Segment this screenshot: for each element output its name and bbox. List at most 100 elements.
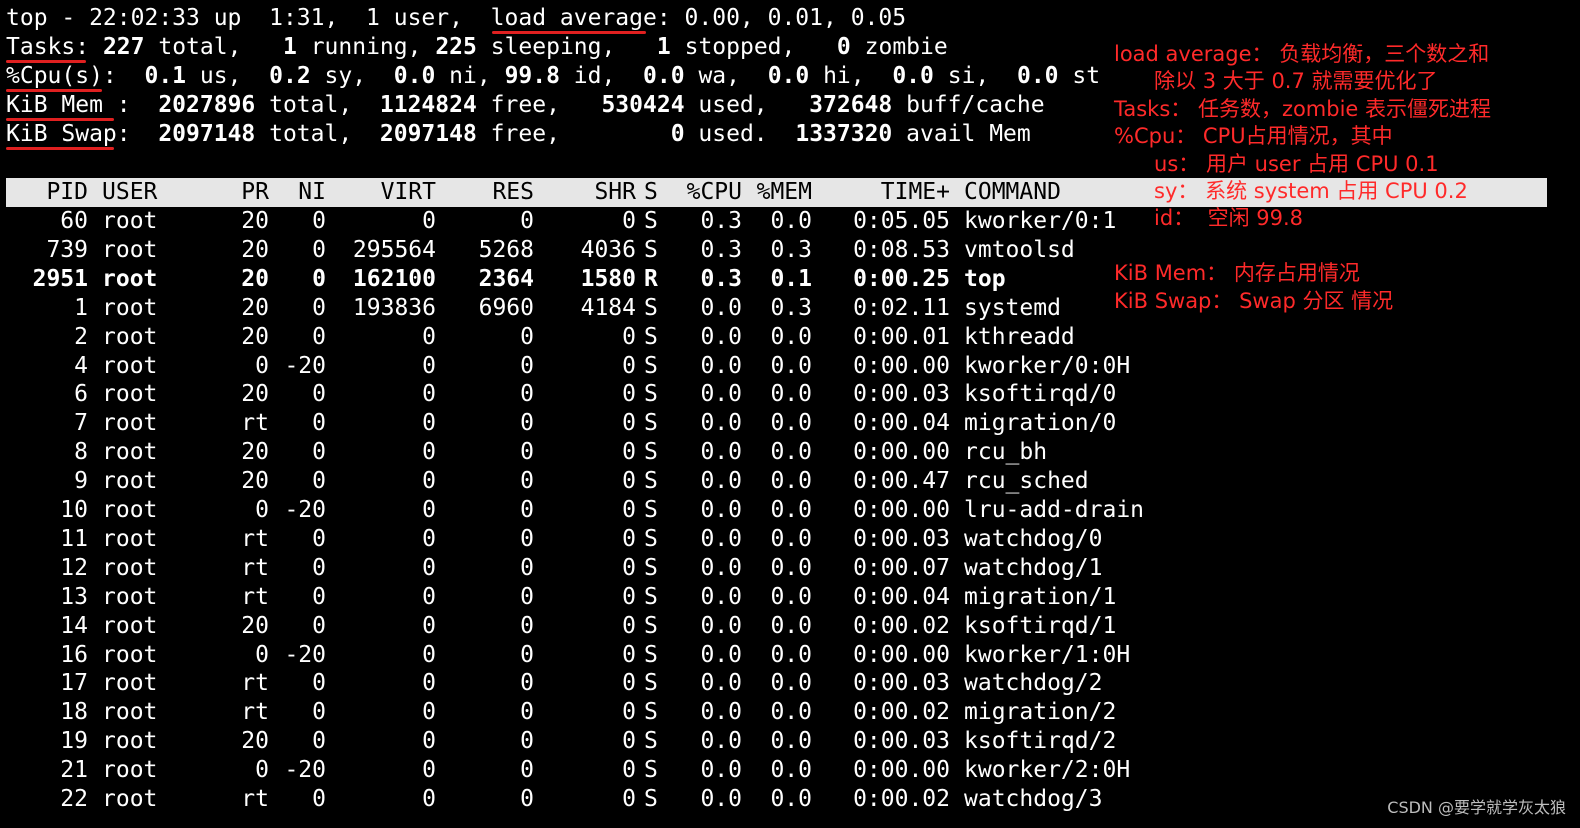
cell-command: ksoftirqd/1	[964, 612, 1117, 639]
cell-time: 0:00.47	[853, 468, 950, 495]
cell-pid: 9	[74, 468, 88, 495]
cell-command: rcu_bh	[964, 439, 1048, 466]
cell-pid: 12	[60, 554, 88, 581]
cell-state: S	[644, 525, 658, 552]
cell-mem: 0.1	[770, 265, 812, 292]
cell-state: S	[644, 294, 658, 321]
tasks-label: Tasks:	[6, 34, 90, 60]
cell-time: 0:05.05	[853, 208, 950, 234]
annotation-load-average-2: 除以 3 大于 0.7 就需要优化了	[1114, 68, 1437, 95]
cell-shr: 0	[622, 352, 636, 379]
cell-res: 0	[520, 439, 534, 466]
cell-pr: rt	[241, 583, 269, 610]
cell-pr: 20	[241, 294, 269, 321]
uptime-text: top - 22:02:33 up 1:31, 1 user,	[6, 5, 491, 31]
cell-pr: rt	[241, 699, 269, 726]
cell-cpu: 0.0	[700, 641, 742, 668]
cell-virt: 0	[422, 641, 436, 668]
tasks-sleeping-label: sleeping,	[476, 34, 657, 60]
cell-state: S	[644, 236, 658, 263]
cell-pr: rt	[241, 410, 269, 437]
cell-cpu: 0.0	[700, 410, 742, 437]
cpu-ni-label: ni,	[435, 63, 505, 89]
cell-virt: 193836	[352, 294, 436, 321]
cell-time: 0:00.02	[853, 786, 950, 812]
swap-used-label: used.	[684, 121, 796, 147]
cell-ni: 0	[312, 612, 326, 639]
cell-command: kworker/0:1	[964, 208, 1117, 234]
column-header-pr: PR	[241, 179, 269, 205]
mem-free-label: free,	[476, 92, 602, 118]
cell-shr: 0	[622, 728, 636, 755]
swap-free-label: free,	[476, 121, 671, 147]
cell-shr: 0	[622, 439, 636, 466]
cell-state: S	[644, 699, 658, 726]
cell-cpu: 0.0	[700, 323, 742, 350]
annotation-text: KiB Mem： 内存占用情况	[1114, 261, 1360, 285]
load-average-underline	[492, 31, 646, 34]
cpu-wa: 0.0	[643, 63, 685, 89]
cpu-ni: 0.0	[393, 63, 436, 89]
cell-time: 0:00.00	[853, 757, 950, 784]
cell-shr: 0	[622, 583, 636, 610]
cell-cpu: 0.3	[700, 236, 742, 263]
cell-command: migration/2	[964, 699, 1117, 726]
cell-mem: 0.0	[770, 439, 812, 466]
cell-state: S	[644, 468, 658, 495]
column-header-res: RES	[492, 179, 534, 205]
cell-command: ksoftirqd/0	[964, 381, 1117, 408]
column-header-cpu: %CPU	[686, 179, 742, 205]
cell-shr: 0	[622, 525, 636, 552]
cell-virt: 0	[422, 612, 436, 639]
swap-avail-mem: 1337320	[795, 121, 893, 147]
swap-total-label: total,	[255, 121, 380, 147]
tasks-stopped: 1	[656, 34, 671, 60]
cell-mem: 0.0	[770, 670, 812, 697]
cell-command: vmtoolsd	[964, 236, 1075, 263]
cell-res: 6960	[478, 294, 534, 321]
cell-command: watchdog/0	[964, 525, 1103, 552]
cell-user: root	[102, 236, 158, 263]
cell-user: root	[102, 294, 158, 321]
cpu-us: 0.1	[144, 63, 187, 89]
cell-res: 0	[520, 699, 534, 726]
cell-ni: -20	[284, 352, 326, 379]
cell-mem: 0.3	[770, 236, 812, 263]
cell-ni: 0	[312, 294, 326, 321]
cell-pid: 21	[60, 757, 88, 784]
cell-pr: rt	[241, 670, 269, 697]
cell-time: 0:00.00	[853, 641, 950, 668]
cell-res: 5268	[478, 236, 534, 263]
annotation-text: load average： 负载均衡，三个数之和	[1114, 42, 1490, 66]
cpu-wa-label: wa,	[684, 63, 768, 89]
cell-pr: 0	[255, 757, 269, 784]
tasks-underline	[6, 60, 86, 63]
swap-free: 2097148	[379, 121, 477, 147]
cell-state: S	[644, 641, 658, 668]
cell-mem: 0.0	[770, 525, 812, 552]
mem-underline	[6, 118, 114, 121]
cell-user: root	[102, 497, 158, 523]
cell-res: 0	[520, 208, 534, 234]
cpu-label: %Cpu(s):	[6, 63, 117, 89]
cell-mem: 0.0	[770, 554, 812, 581]
cell-command: lru-add-drain	[964, 497, 1145, 523]
cell-user: root	[102, 439, 158, 466]
cell-time: 0:00.25	[853, 265, 950, 292]
mem-free: 1124824	[379, 92, 477, 118]
cpu-sy-label: sy,	[310, 63, 394, 89]
cell-pr: 20	[241, 265, 269, 292]
cell-pr: 20	[241, 728, 269, 755]
cell-ni: 0	[312, 786, 326, 812]
cell-time: 0:00.03	[853, 525, 950, 552]
cell-shr: 4184	[580, 294, 636, 321]
cell-time: 0:02.11	[853, 294, 950, 321]
cell-pid: 6	[74, 381, 88, 408]
cell-pr: 20	[241, 208, 269, 234]
cell-virt: 0	[422, 352, 436, 379]
cell-user: root	[102, 786, 158, 812]
cell-pid: 4	[74, 352, 88, 379]
cell-mem: 0.0	[770, 583, 812, 610]
cell-virt: 0	[422, 410, 436, 437]
cell-shr: 0	[622, 208, 636, 234]
